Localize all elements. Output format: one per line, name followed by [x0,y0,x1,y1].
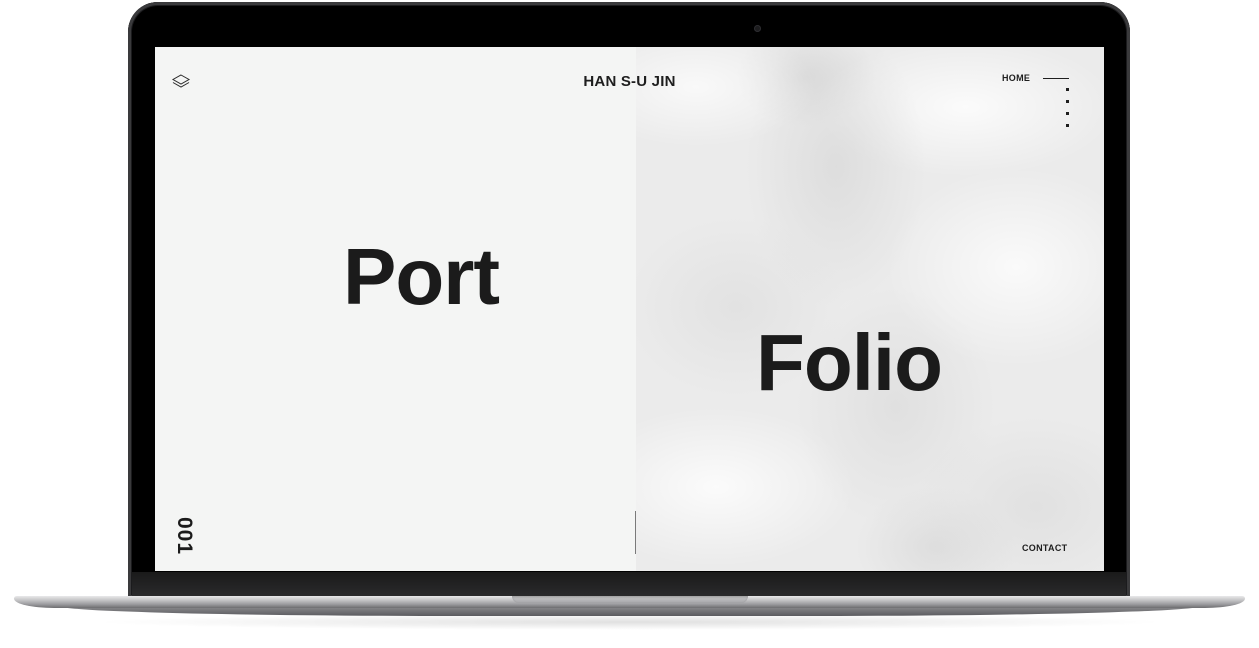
nav-home-link[interactable]: HOME [1002,73,1030,83]
site-brand-title[interactable]: HAN S-U JIN [155,73,1104,90]
right-panel-texture [636,47,1104,571]
laptop-screen: HAN S-U JIN HOME Port Folio 001 CONTACT [155,47,1104,571]
camera-icon [754,25,761,32]
nav-home-underline [1043,78,1069,79]
hero-word-port: Port [343,232,500,321]
laptop-chin [132,572,1126,598]
laptop-lid-notch [512,596,748,603]
laptop-mockup: HAN S-U JIN HOME Port Folio 001 CONTACT [0,0,1259,648]
nav-contact-link[interactable]: CONTACT [1022,543,1067,553]
center-divider-line [635,511,636,554]
vertical-dots-menu-icon[interactable] [1061,87,1073,129]
laptop-shadow [90,614,1170,630]
page-number: 001 [173,516,196,556]
hero-word-folio: Folio [755,318,943,407]
